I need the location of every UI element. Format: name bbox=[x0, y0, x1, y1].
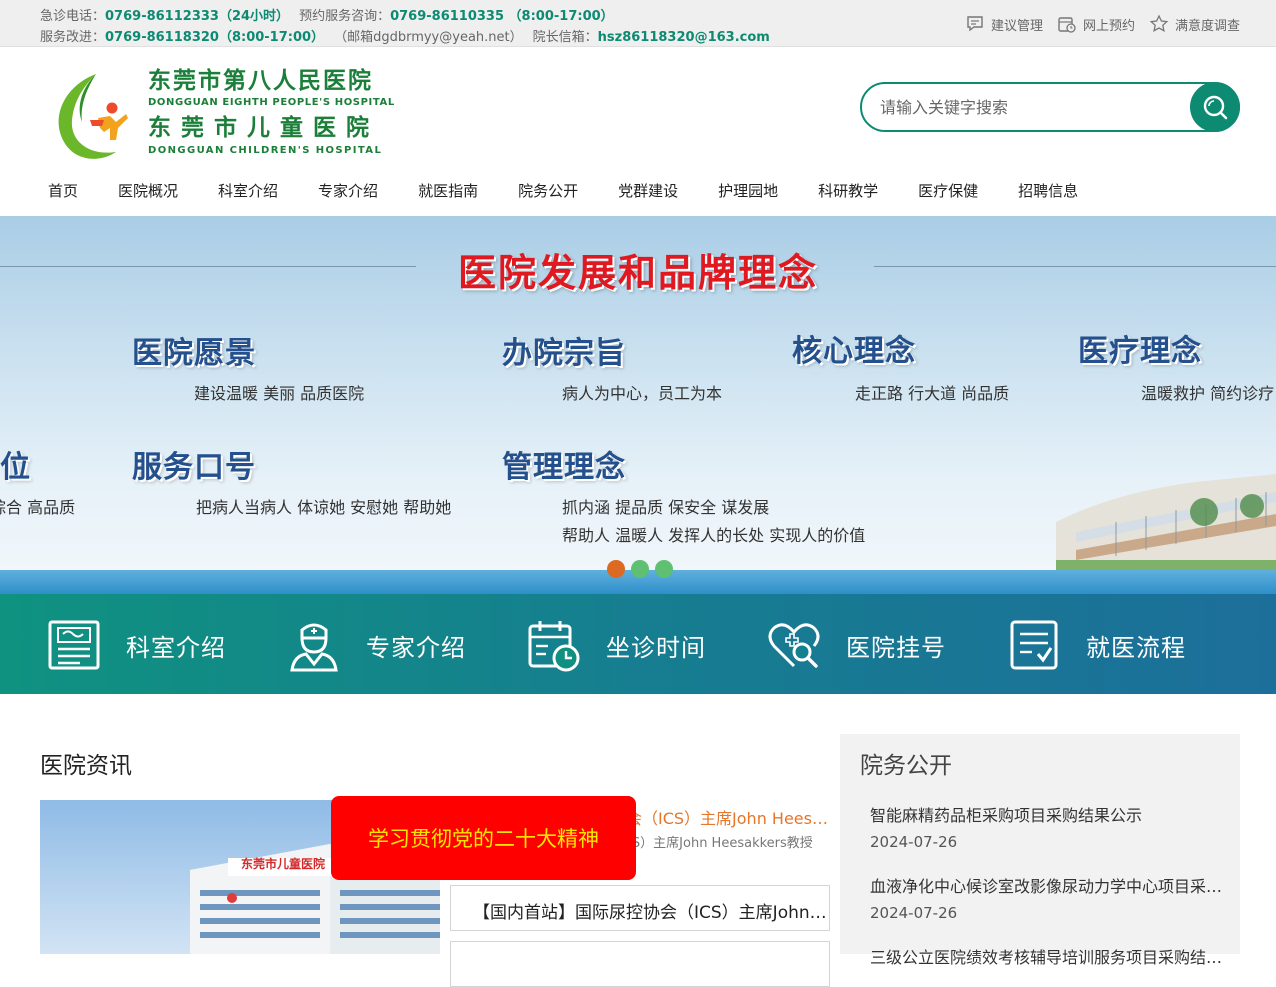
search-icon bbox=[1203, 95, 1228, 120]
service-experts-label: 专家介绍 bbox=[366, 633, 466, 662]
nav-research[interactable]: 科研教学 bbox=[798, 178, 898, 204]
banner-desc-vision: 建设温暖 美丽 品质医院 bbox=[194, 384, 365, 403]
notice-panel: 院务公开 智能麻精药品柜采购项目采购结果公示 2024-07-26 血液净化中心… bbox=[840, 734, 1240, 967]
nav-departments[interactable]: 科室介绍 bbox=[198, 178, 298, 204]
service-departments-label: 科室介绍 bbox=[126, 633, 226, 662]
nav-experts[interactable]: 专家介绍 bbox=[298, 178, 398, 204]
banner-desc-mgmt-2: 帮助人 温暖人 发挥人的长处 实现人的价值 bbox=[562, 526, 866, 545]
banner-cat-core: 核心理念 bbox=[792, 334, 916, 369]
carousel-dots bbox=[607, 560, 673, 578]
survey-label: 满意度调查 bbox=[1174, 18, 1240, 34]
nav-nursing[interactable]: 护理园地 bbox=[698, 178, 798, 204]
logo-children-en: DONGGUAN CHILDREN'S HOSPITAL bbox=[148, 145, 383, 156]
appointment-label: 预约服务咨询： bbox=[299, 9, 391, 24]
banner-cat-slogan: 服务口号 bbox=[132, 450, 256, 485]
banner-desc-position: 综合 高品质 bbox=[0, 498, 76, 517]
main-nav: 首页 医院概况 科室介绍 专家介绍 就医指南 院务公开 党群建设 护理园地 科研… bbox=[28, 178, 1098, 204]
contact-line-1: 急诊电话：0769-86112333（24小时） 预约服务咨询：0769-8611… bbox=[40, 5, 614, 24]
notice-date: 2024-07-26 bbox=[870, 904, 958, 922]
comment-icon bbox=[967, 16, 983, 32]
floating-ad-popup[interactable]: 学习贯彻党的二十大精神 bbox=[331, 796, 636, 880]
search-box bbox=[860, 82, 1240, 132]
appointment-link[interactable]: 网上预约 bbox=[1057, 14, 1135, 34]
appointment-label-link: 网上预约 bbox=[1082, 18, 1135, 34]
nav-overview[interactable]: 医院概况 bbox=[98, 178, 198, 204]
banner-desc-purpose: 病人为中心，员工为本 bbox=[562, 384, 723, 403]
banner-desc-core: 走正路 行大道 尚品质 bbox=[855, 384, 1010, 403]
news-list-item[interactable] bbox=[450, 941, 830, 987]
heart-search-icon bbox=[768, 623, 820, 668]
quick-service-strip: 科室介绍 专家介绍 坐诊时间 医院挂号 就医流程 bbox=[0, 594, 1276, 694]
service-label: 服务改进： bbox=[40, 30, 106, 45]
banner-desc-mgmt-1: 抓内涵 提品质 保安全 谋发展 bbox=[562, 498, 770, 517]
service-schedule-label: 坐诊时间 bbox=[606, 633, 706, 662]
banner-desc-medical: 温暖救护 简约诊疗 bbox=[1141, 384, 1275, 403]
service-register[interactable]: 医院挂号 bbox=[766, 618, 946, 672]
doctor-icon bbox=[290, 623, 338, 672]
service-phone: 0769-86118320（8:00-17:00） bbox=[105, 30, 325, 45]
search-button[interactable] bbox=[1190, 82, 1240, 132]
nav-recruit[interactable]: 招聘信息 bbox=[998, 178, 1098, 204]
banner-cat-mgmt: 管理理念 bbox=[502, 450, 626, 485]
logo-name-en: DONGGUAN EIGHTH PEOPLE'S HOSPITAL bbox=[148, 97, 395, 108]
logo-text: 东莞市第八人民医院 DONGGUAN EIGHTH PEOPLE'S HOSPI… bbox=[148, 66, 395, 158]
notice-item[interactable]: 智能麻精药品柜采购项目采购结果公示 bbox=[870, 802, 1235, 826]
banner-cat-medical: 医疗理念 bbox=[1078, 334, 1202, 369]
carousel-dot-3[interactable] bbox=[655, 560, 673, 578]
department-icon bbox=[48, 620, 100, 670]
appointment-phone: 0769-86110335 （8:00-17:00） bbox=[390, 9, 614, 24]
top-links: 建议管理 网上预约 满意度调查 bbox=[965, 14, 1240, 34]
hospital-logo[interactable]: 东莞市第八人民医院 DONGGUAN EIGHTH PEOPLE'S HOSPI… bbox=[50, 66, 395, 166]
logo-children-cn: 东莞市儿童医院 bbox=[148, 115, 379, 141]
carousel-dot-2[interactable] bbox=[631, 560, 649, 578]
title-rule-right bbox=[874, 266, 1276, 267]
news-list-item[interactable]: 【国内首站】国际尿控协会（ICS）主席John Heesakkers教授 bbox=[450, 885, 830, 931]
service-schedule[interactable]: 坐诊时间 bbox=[526, 618, 706, 672]
contact-line-2: 服务改进：0769-86118320（8:00-17:00） （邮箱dgdbrmy… bbox=[40, 26, 770, 45]
suggestion-label: 建议管理 bbox=[990, 18, 1043, 34]
search-input[interactable] bbox=[880, 95, 1180, 119]
service-process-label: 就医流程 bbox=[1086, 633, 1186, 662]
calendar-clock-icon bbox=[1058, 17, 1076, 33]
service-departments[interactable]: 科室介绍 bbox=[46, 618, 226, 672]
news-section-title: 医院资讯 bbox=[40, 753, 132, 779]
nav-healthcare[interactable]: 医疗保健 bbox=[898, 178, 998, 204]
star-icon bbox=[1149, 14, 1169, 32]
nav-home[interactable]: 首页 bbox=[28, 178, 98, 204]
survey-link[interactable]: 满意度调查 bbox=[1149, 14, 1240, 34]
emergency-label: 急诊电话： bbox=[40, 9, 106, 24]
checklist-icon bbox=[1010, 620, 1058, 670]
notice-date: 2024-07-26 bbox=[870, 833, 958, 851]
director-email[interactable]: hsz86118320@163.com bbox=[598, 30, 770, 45]
nav-affairs[interactable]: 院务公开 bbox=[498, 178, 598, 204]
director-label: 院长信箱： bbox=[532, 30, 598, 45]
service-email: （邮箱dgdbrmyy@yeah.net） bbox=[334, 30, 523, 45]
top-info-bar: 急诊电话：0769-86112333（24小时） 预约服务咨询：0769-8611… bbox=[0, 0, 1276, 47]
banner-cat-position: 位 bbox=[0, 450, 31, 485]
banner-title: 医院发展和品牌理念 bbox=[458, 250, 819, 295]
suggestion-link[interactable]: 建议管理 bbox=[965, 14, 1043, 34]
nav-party[interactable]: 党群建设 bbox=[598, 178, 698, 204]
banner-cat-purpose: 办院宗旨 bbox=[502, 336, 626, 371]
schedule-icon bbox=[528, 621, 580, 672]
logo-name-cn: 东莞市第八人民医院 bbox=[148, 68, 373, 94]
notice-title: 院务公开 bbox=[860, 753, 952, 779]
popup-text: 学习贯彻党的二十大精神 bbox=[368, 827, 599, 851]
hospital-building-image bbox=[1056, 474, 1276, 572]
nav-guide[interactable]: 就医指南 bbox=[398, 178, 498, 204]
hospital-emblem-icon bbox=[58, 74, 128, 159]
building-sign: 东莞市儿童医院 bbox=[241, 856, 325, 871]
service-experts[interactable]: 专家介绍 bbox=[286, 618, 466, 672]
service-process[interactable]: 就医流程 bbox=[1006, 618, 1186, 672]
carousel-dot-1[interactable] bbox=[607, 560, 625, 578]
title-rule-left bbox=[0, 266, 416, 267]
hero-banner[interactable]: 医院发展和品牌理念 医院愿景 建设温暖 美丽 品质医院 办院宗旨 病人为中心，员… bbox=[0, 216, 1276, 594]
banner-desc-slogan: 把病人当病人 体谅她 安慰她 帮助她 bbox=[196, 498, 452, 517]
notice-item[interactable]: 三级公立医院绩效考核辅导培训服务项目采购结果公示 bbox=[870, 944, 1235, 968]
emergency-phone: 0769-86112333（24小时） bbox=[105, 9, 290, 24]
banner-cat-vision: 医院愿景 bbox=[132, 336, 256, 371]
notice-item[interactable]: 血液净化中心候诊室改影像尿动力学中心项目采购结果公示 bbox=[870, 873, 1235, 897]
service-register-label: 医院挂号 bbox=[846, 633, 946, 662]
